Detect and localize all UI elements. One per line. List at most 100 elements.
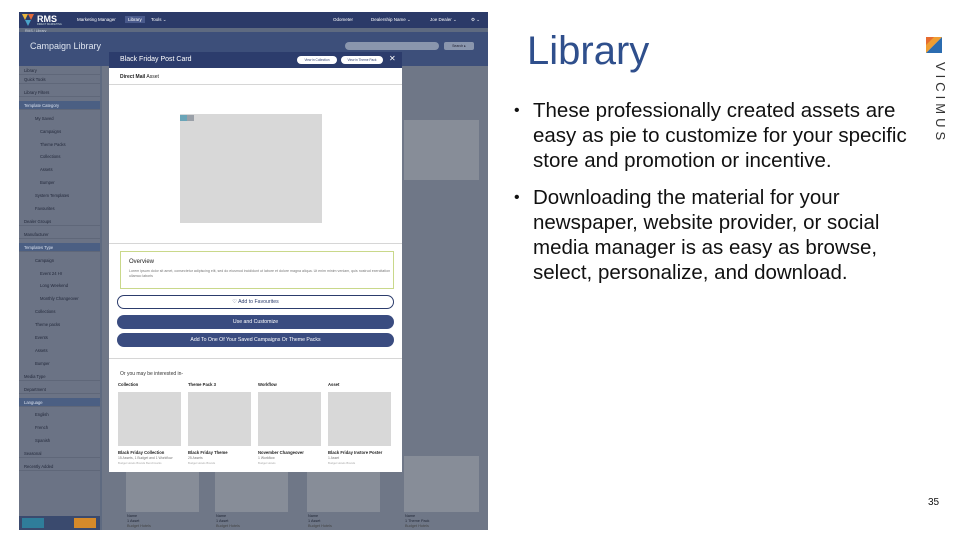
library-card[interactable] xyxy=(126,469,199,512)
sidebar-item[interactable]: Spanish xyxy=(19,436,100,445)
card-meta: 1 Asset xyxy=(127,519,140,523)
sidebar-item-label: Recently Added xyxy=(24,464,54,469)
sidebar-item-label: Event 24 Hr xyxy=(40,270,63,276)
sidebar-item-label: English xyxy=(35,412,49,418)
suggestion-card[interactable]: Asset Black Friday Instore Poster 1 Asse… xyxy=(328,382,391,465)
card-meta-2: Budget Hotels xyxy=(308,524,332,528)
sidebar-item[interactable]: Department xyxy=(19,385,100,394)
sidebar-item-label: Campaigns xyxy=(40,128,62,134)
sidebar-item-label: My Saved xyxy=(35,115,54,121)
sidebar-item[interactable]: Theme packs xyxy=(19,320,100,329)
sidebar-item[interactable]: Dealer Groups xyxy=(19,217,100,226)
sidebar-item[interactable]: Language xyxy=(19,397,100,407)
divider xyxy=(109,358,402,359)
megaphone-icon[interactable] xyxy=(48,518,70,528)
suggestion-name: Black Friday Instore Poster xyxy=(328,450,383,455)
sidebar-item[interactable]: English xyxy=(19,410,100,419)
suggestion-thumbnail[interactable] xyxy=(258,392,321,446)
suggestion-name: Black Friday Collection xyxy=(118,450,165,455)
sidebar-item[interactable]: Bumper xyxy=(19,359,100,368)
nav-tools[interactable]: Tools ⌄ xyxy=(151,17,167,23)
sidebar-item[interactable]: System Templates xyxy=(19,191,100,200)
suggestion-thumbnail[interactable] xyxy=(188,392,251,446)
search-input[interactable] xyxy=(345,42,439,50)
sidebar-item-label: Media Type xyxy=(24,373,46,379)
sidebar-item[interactable]: Collections xyxy=(19,152,100,161)
sidebar-item[interactable]: Theme Packs xyxy=(19,140,100,149)
overview-text: Lorem ipsum dolor sit amet, consectetur … xyxy=(129,269,391,278)
view-in-theme-pack-button[interactable]: View in Theme Pack xyxy=(341,56,383,64)
divider xyxy=(109,84,402,85)
sidebar-item[interactable]: Assets xyxy=(19,165,100,174)
suggestion-card[interactable]: Workflow November Changeover 1 Workflow … xyxy=(258,382,321,465)
sidebar-item[interactable]: Recently Added xyxy=(19,462,100,471)
sidebar-item[interactable]: Bumper xyxy=(19,178,100,187)
suggestion-thumbnail[interactable] xyxy=(118,392,181,446)
nav-dealership[interactable]: Dealership Name ⌄ xyxy=(371,17,411,23)
sidebar-footer xyxy=(19,516,100,530)
use-and-customize-button[interactable]: Use and Customize xyxy=(117,315,394,329)
sidebar-item[interactable]: Favourites xyxy=(19,204,100,213)
sidebar-item-label: Assets xyxy=(35,347,48,353)
sidebar-item[interactable]: Template Category xyxy=(19,100,100,110)
close-icon[interactable]: ✕ xyxy=(389,54,396,63)
library-card[interactable] xyxy=(215,469,288,512)
library-card[interactable] xyxy=(404,120,479,180)
bullet-text: These professionally created assets are … xyxy=(533,99,907,172)
modal-title: Black Friday Post Card xyxy=(120,56,192,63)
sidebar-item[interactable]: Collections xyxy=(19,307,100,316)
sidebar-item-label: Events xyxy=(35,335,48,340)
suggestion-thumbnail[interactable] xyxy=(328,392,391,446)
card-meta: 1 Theme Pack xyxy=(405,519,430,523)
sidebar-item[interactable]: Long Weekend xyxy=(19,281,100,290)
library-card[interactable] xyxy=(307,469,380,512)
sidebar-item[interactable]: Library Filters xyxy=(19,88,100,97)
suggestion-type: Asset xyxy=(328,382,340,387)
add-to-saved-button[interactable]: Add To One Of Your Saved Campaigns Or Th… xyxy=(117,333,394,347)
suggestion-card[interactable]: Theme Pack 3 Black Friday Theme 25 Asset… xyxy=(188,382,251,465)
sidebar-item[interactable]: Events xyxy=(19,333,100,342)
nav-odometer[interactable]: Odometer xyxy=(333,17,353,22)
sidebar-item-label: Long Weekend xyxy=(40,283,69,289)
library-sidebar: Library Quick Tools Library Filters Templa… xyxy=(19,66,100,530)
nav-user[interactable]: Joe Dealer ⌄ xyxy=(430,17,457,23)
search-button[interactable]: Search ▸ xyxy=(444,42,474,50)
sidebar-item[interactable]: Campaign xyxy=(19,256,100,265)
card-name: Name xyxy=(308,514,319,518)
view-in-collection-button[interactable]: View in Collection xyxy=(297,56,337,64)
nav-library[interactable]: Library xyxy=(125,15,145,23)
sidebar-item[interactable]: Media Type xyxy=(19,372,100,381)
sidebar-item-label: Bumper xyxy=(40,180,55,186)
suggestion-type: Theme Pack 3 xyxy=(188,382,216,387)
sidebar-item[interactable]: Manufacturer xyxy=(19,230,100,239)
image-toggle-icon[interactable] xyxy=(180,115,194,121)
grid-icon[interactable] xyxy=(74,518,96,528)
sidebar-item[interactable]: Seasonal xyxy=(19,449,100,459)
nav-marketing-manager[interactable]: Marketing Manager xyxy=(77,17,116,22)
sidebar-item-label: Favourites xyxy=(35,206,55,211)
sidebar-item[interactable]: Event 24 Hr xyxy=(19,269,100,278)
sidebar-item[interactable]: French xyxy=(19,423,100,432)
rms-logo-icon xyxy=(22,14,34,26)
sidebar-item[interactable]: Monthly Changeover xyxy=(19,294,100,303)
sidebar-item-label: Assets xyxy=(40,167,53,173)
suggestion-credit: Budget Hotels xyxy=(258,460,276,465)
suggestion-type: Workflow xyxy=(258,382,277,387)
sidebar-item[interactable]: Quick Tools xyxy=(19,75,100,84)
library-card[interactable] xyxy=(404,456,479,512)
sidebar-item-label: Library Filters xyxy=(24,89,50,95)
card-meta-2: Budget Hotels xyxy=(127,524,151,528)
asset-preview-image xyxy=(180,114,322,223)
sidebar-item-label: Theme Packs xyxy=(40,141,66,147)
edit-icon[interactable] xyxy=(22,518,44,528)
sidebar-item[interactable]: Templates Type xyxy=(19,242,100,252)
settings-icon[interactable]: ⚙ ⌄ xyxy=(471,17,480,23)
suggestion-card[interactable]: Collection Black Friday Collection 15 As… xyxy=(118,382,181,465)
sidebar-item[interactable]: Assets xyxy=(19,346,100,355)
card-name: Name xyxy=(405,514,416,518)
sidebar-item[interactable]: My Saved xyxy=(19,114,100,123)
sidebar-item-label: French xyxy=(35,425,49,431)
suggestion-credit: Budget Hotels Brands xyxy=(328,460,356,465)
sidebar-item[interactable]: Campaigns xyxy=(19,127,100,136)
add-to-favourites-button[interactable]: ♡ Add to Favourites xyxy=(117,295,394,309)
